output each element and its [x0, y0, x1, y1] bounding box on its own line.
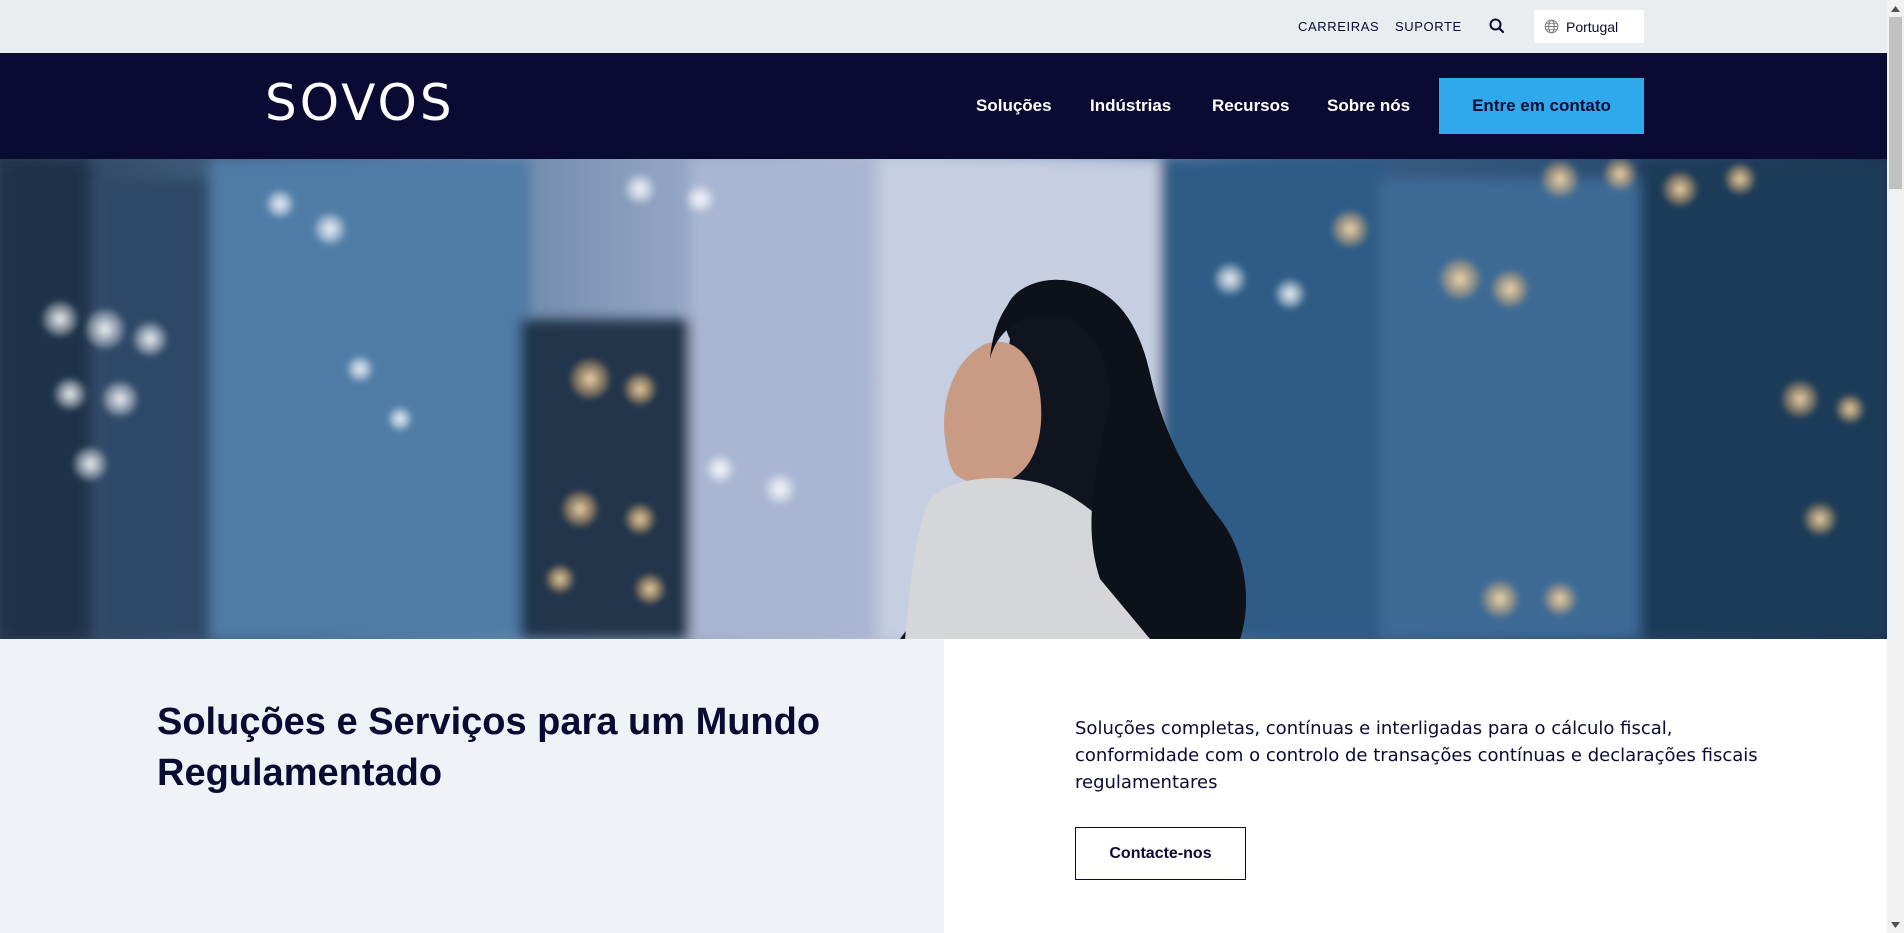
careers-link[interactable]: CARREIRAS [1298, 19, 1379, 34]
scroll-down-arrow-icon[interactable] [1887, 916, 1904, 933]
vertical-scrollbar[interactable] [1887, 0, 1904, 933]
contact-cta-button[interactable]: Entre em contato [1439, 78, 1644, 134]
page: CARREIRAS SUPORTE Portugal SOVOS Soluçõe… [0, 0, 1904, 933]
scrollbar-thumb[interactable] [1889, 17, 1902, 189]
nav-item-recursos[interactable]: Recursos [1212, 96, 1289, 116]
intro-description: Soluções completas, contínuas e interlig… [1075, 718, 1758, 793]
page-title: Soluções e Serviços para um Mundo Regula… [157, 701, 821, 794]
language-label: Portugal [1566, 19, 1619, 35]
utility-bar: CARREIRAS SUPORTE Portugal [0, 0, 1887, 53]
scroll-up-arrow-icon[interactable] [1887, 0, 1904, 17]
contact-us-button[interactable]: Contacte-nos [1075, 827, 1246, 880]
intro-right-panel: Soluções completas, contínuas e interlig… [944, 639, 1887, 933]
nav-item-sobre-nos[interactable]: Sobre nós [1327, 96, 1410, 116]
intro-left-panel: Soluções e Serviços para um Mundo Regula… [0, 639, 944, 933]
hero-image [0, 159, 1887, 639]
globe-icon [1544, 19, 1559, 34]
language-selector[interactable]: Portugal [1534, 10, 1644, 43]
nav-item-industrias[interactable]: Indústrias [1090, 96, 1171, 116]
nav-item-solucoes[interactable]: Soluções [976, 96, 1052, 116]
support-link[interactable]: SUPORTE [1395, 19, 1462, 34]
sovos-logo[interactable]: SOVOS [265, 75, 455, 131]
search-icon[interactable] [1488, 17, 1506, 35]
main-nav: SOVOS Soluções Indústrias Recursos Sobre… [0, 53, 1887, 159]
